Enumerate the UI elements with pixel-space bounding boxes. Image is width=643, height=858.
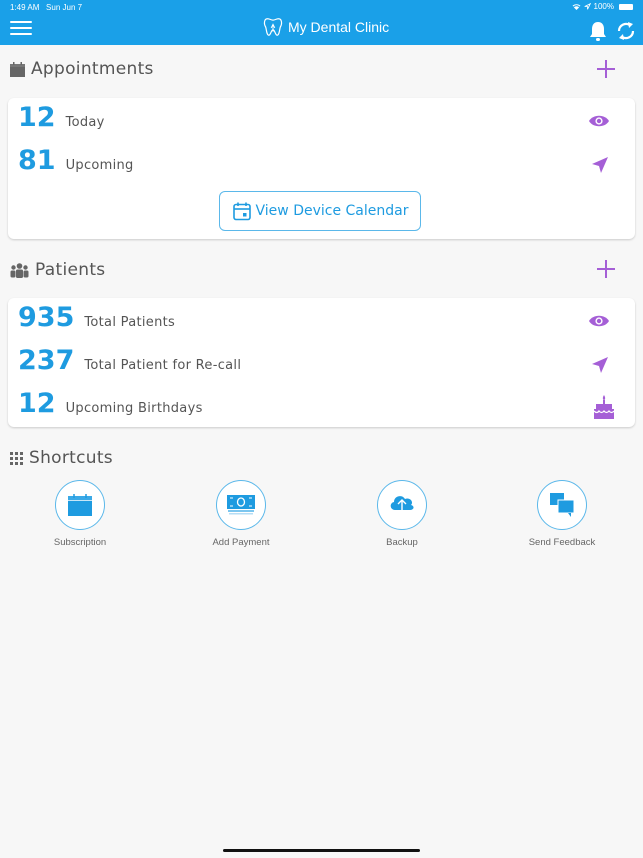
grid-icon [10, 451, 23, 465]
notification-bell-icon[interactable] [588, 20, 608, 42]
menu-button[interactable] [10, 21, 32, 37]
today-count: 12 [18, 102, 56, 133]
cake-icon[interactable] [593, 395, 615, 420]
calendar-icon [68, 494, 92, 516]
tooth-icon [263, 18, 283, 36]
app-title: My Dental Clinic [288, 19, 390, 35]
status-indicators: 100% [572, 2, 633, 11]
appointments-title: Appointments [31, 59, 154, 79]
total-patients-count: 935 [18, 302, 75, 333]
patients-title: Patients [35, 260, 106, 280]
subscription-circle [55, 480, 105, 530]
total-patients-label: Total Patients [84, 315, 176, 330]
add-appointment-button[interactable] [596, 59, 616, 79]
eye-icon[interactable] [588, 114, 610, 128]
sync-icon[interactable] [615, 20, 637, 42]
appointments-header: Appointments [10, 59, 154, 79]
shortcut-add-payment[interactable]: Add Payment [181, 480, 301, 548]
subscription-label: Subscription [53, 537, 107, 548]
shortcut-backup[interactable]: Backup [342, 480, 462, 548]
shortcut-send-feedback[interactable]: Send Feedback [502, 480, 622, 548]
shortcuts-title: Shortcuts [29, 448, 113, 468]
view-device-calendar-button[interactable]: View Device Calendar [219, 191, 421, 231]
money-icon [227, 495, 255, 515]
patients-card: 935 Total Patients 237 Total Patient for… [8, 298, 635, 427]
app-brand: My Dental Clinic [262, 16, 389, 38]
cloud-upload-icon [390, 496, 414, 517]
users-icon [10, 262, 29, 278]
upcoming-count: 81 [18, 145, 56, 176]
send-icon[interactable] [591, 156, 609, 174]
total-patients-row[interactable]: 935 Total Patients [18, 302, 175, 333]
today-label: Today [65, 115, 105, 130]
upcoming-birthdays-count: 12 [18, 388, 56, 419]
send-icon[interactable] [591, 356, 609, 374]
add-patient-button[interactable] [596, 259, 616, 279]
appointments-upcoming-row[interactable]: 81 Upcoming [18, 145, 134, 176]
backup-label: Backup [386, 537, 418, 548]
appointments-card: 12 Today 81 Upcoming View Device Calenda… [8, 98, 635, 239]
backup-circle [377, 480, 427, 530]
patients-header: Patients [10, 260, 105, 280]
eye-icon[interactable] [588, 314, 610, 328]
top-bar: 1:49 AM Sun Jun 7 100% My Dental Clinic [0, 0, 643, 45]
status-date: Sun Jun 7 [46, 3, 83, 12]
upcoming-birthdays-label: Upcoming Birthdays [65, 401, 203, 416]
wifi-icon [572, 4, 580, 10]
add-payment-circle [216, 480, 266, 530]
send-feedback-circle [537, 480, 587, 530]
upcoming-label: Upcoming [65, 158, 134, 173]
home-indicator[interactable] [223, 849, 420, 852]
view-device-calendar-label: View Device Calendar [255, 203, 409, 219]
battery-icon [619, 3, 633, 10]
upcoming-birthdays-row[interactable]: 12 Upcoming Birthdays [18, 388, 203, 419]
recall-patients-row[interactable]: 237 Total Patient for Re-call [18, 345, 241, 376]
recall-patients-count: 237 [18, 345, 75, 376]
shortcuts-header: Shortcuts [10, 448, 113, 468]
location-icon [584, 3, 591, 10]
appointments-today-row[interactable]: 12 Today [18, 102, 105, 133]
chat-icon [550, 493, 575, 517]
shortcut-subscription[interactable]: Subscription [20, 480, 140, 548]
add-payment-label: Add Payment [212, 537, 270, 548]
send-feedback-label: Send Feedback [528, 537, 596, 548]
recall-patients-label: Total Patient for Re-call [84, 358, 242, 373]
status-time: 1:49 AM Sun Jun 7 [10, 3, 83, 12]
calendar-outline-icon [232, 202, 251, 221]
battery-percent: 100% [593, 2, 614, 11]
calendar-icon [10, 61, 25, 77]
